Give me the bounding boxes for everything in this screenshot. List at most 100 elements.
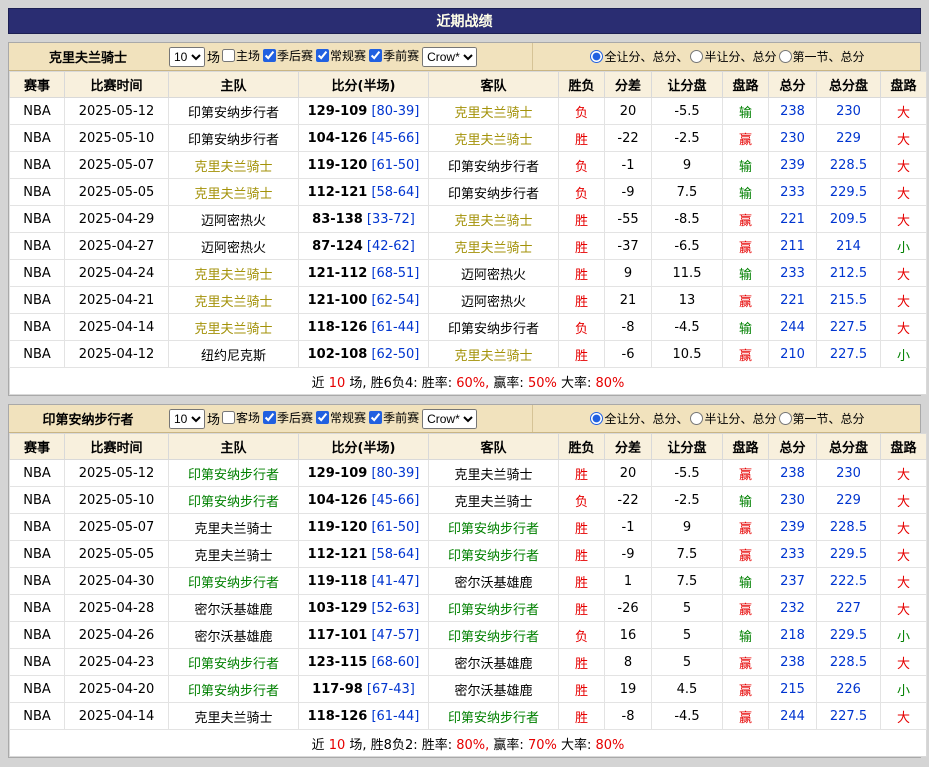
half-score-text: [80-39] [371, 466, 419, 481]
away-team-cell: 克里夫兰骑士 [429, 206, 559, 233]
table-row: NBA 2025-04-30 印第安纳步行者 119-118 [41-47] 密… [10, 568, 927, 595]
filter-checkbox-3[interactable]: 季前赛 [367, 409, 419, 426]
checkbox-input[interactable] [316, 411, 329, 424]
filter-checkbox-0[interactable]: 主场 [220, 47, 260, 64]
radio-input[interactable] [690, 412, 703, 425]
home-team-cell: 克里夫兰骑士 [169, 260, 299, 287]
score-cell: 104-126 [45-66] [299, 487, 429, 514]
away-team-cell: 克里夫兰骑士 [429, 487, 559, 514]
table-row: NBA 2025-04-26 密尔沃基雄鹿 117-101 [47-57] 印第… [10, 622, 927, 649]
radio-input[interactable] [779, 412, 792, 425]
checkbox-label: 常规赛 [330, 409, 366, 426]
total-line-cell: 229 [817, 125, 881, 152]
column-header: 总分 [769, 72, 817, 98]
score-text: 104-126 [308, 493, 368, 508]
radio-input[interactable] [590, 50, 603, 63]
score-cell: 129-109 [80-39] [299, 460, 429, 487]
radio-input[interactable] [779, 50, 792, 63]
checkbox-input[interactable] [222, 411, 235, 424]
league-cell: NBA [10, 487, 65, 514]
summary-part: 场, 胜6负4: 胜率: [345, 376, 456, 391]
checkbox-label: 常规赛 [330, 47, 366, 64]
away-team-cell: 密尔沃基雄鹿 [429, 568, 559, 595]
handicap-cell: 7.5 [652, 568, 723, 595]
score-cell: 121-100 [62-54] [299, 287, 429, 314]
date-cell: 2025-04-21 [65, 287, 169, 314]
half-score-text: [42-62] [367, 239, 415, 254]
date-cell: 2025-04-14 [65, 314, 169, 341]
ou-cell: 小 [881, 341, 927, 368]
total-cell: 211 [769, 233, 817, 260]
radio-label-text: 第一节、总分 [793, 410, 865, 427]
column-header: 盘路 [723, 434, 769, 460]
radio-input[interactable] [590, 412, 603, 425]
date-cell: 2025-05-07 [65, 514, 169, 541]
filter-checkbox-2[interactable]: 常规赛 [314, 47, 366, 64]
filter-radio-0[interactable]: 全让分、总分、 [588, 48, 688, 65]
checkbox-input[interactable] [316, 49, 329, 62]
column-header: 赛事 [10, 72, 65, 98]
handicap-result-cell: 输 [723, 260, 769, 287]
ou-cell: 大 [881, 541, 927, 568]
filter-checkbox-0[interactable]: 客场 [220, 409, 260, 426]
filter-radio-1[interactable]: 半让分、总分 [688, 48, 776, 65]
league-cell: NBA [10, 514, 65, 541]
filter-radio-2[interactable]: 第一节、总分 [777, 410, 865, 427]
score-cell: 112-121 [58-64] [299, 541, 429, 568]
filter-checkbox-1[interactable]: 季后赛 [261, 409, 313, 426]
radio-input[interactable] [690, 50, 703, 63]
half-score-text: [61-50] [371, 520, 419, 535]
half-score-text: [41-47] [371, 574, 419, 589]
page-title: 近期战绩 [8, 8, 921, 34]
odds-company-select[interactable]: Crow* [422, 409, 477, 429]
result-cell: 胜 [559, 649, 605, 676]
ou-cell: 大 [881, 260, 927, 287]
filter-radio-1[interactable]: 半让分、总分 [688, 410, 776, 427]
league-cell: NBA [10, 703, 65, 730]
handicap-result-cell: 输 [723, 622, 769, 649]
handicap-cell: 5 [652, 622, 723, 649]
checkbox-input[interactable] [369, 49, 382, 62]
checkbox-label: 季后赛 [277, 47, 313, 64]
league-cell: NBA [10, 260, 65, 287]
filter-radio-2[interactable]: 第一节、总分 [777, 48, 865, 65]
filter-checkbox-2[interactable]: 常规赛 [314, 409, 366, 426]
league-cell: NBA [10, 341, 65, 368]
summary-row: 近 10 场, 胜8负2: 胜率: 80%, 赢率: 70% 大率: 80% [10, 730, 927, 757]
league-cell: NBA [10, 125, 65, 152]
total-line-cell: 227.5 [817, 703, 881, 730]
checkbox-input[interactable] [222, 49, 235, 62]
score-text: 121-112 [308, 266, 368, 281]
games-count-select[interactable]: 10 [169, 409, 205, 429]
result-cell: 负 [559, 152, 605, 179]
half-score-text: [61-50] [371, 158, 419, 173]
summary-part: 80%, [456, 738, 489, 753]
home-team-cell: 克里夫兰骑士 [169, 287, 299, 314]
filter-radio-0[interactable]: 全让分、总分、 [588, 410, 688, 427]
half-score-text: [52-63] [371, 601, 419, 616]
table-row: NBA 2025-05-05 克里夫兰骑士 112-121 [58-64] 印第… [10, 541, 927, 568]
filter-checkbox-3[interactable]: 季前赛 [367, 47, 419, 64]
filter-checkbox-1[interactable]: 季后赛 [261, 47, 313, 64]
checkbox-input[interactable] [263, 411, 276, 424]
half-score-text: [67-43] [367, 682, 415, 697]
handicap-result-cell: 赢 [723, 595, 769, 622]
score-cell: 123-115 [68-60] [299, 649, 429, 676]
odds-company-select[interactable]: Crow* [422, 47, 477, 67]
handicap-cell: -4.5 [652, 703, 723, 730]
games-count-select[interactable]: 10 [169, 47, 205, 67]
column-header: 分差 [605, 72, 652, 98]
result-cell: 负 [559, 314, 605, 341]
total-cell: 238 [769, 649, 817, 676]
filter-bar: 印第安纳步行者 10 场 客场季后赛常规赛季前赛 Crow* 全让分、总分、半让… [9, 405, 920, 433]
away-team-cell: 克里夫兰骑士 [429, 233, 559, 260]
league-cell: NBA [10, 287, 65, 314]
total-line-cell: 214 [817, 233, 881, 260]
date-cell: 2025-05-12 [65, 460, 169, 487]
handicap-cell: 4.5 [652, 676, 723, 703]
checkbox-input[interactable] [263, 49, 276, 62]
away-team-cell: 印第安纳步行者 [429, 314, 559, 341]
summary-part: 近 [312, 738, 329, 753]
checkbox-input[interactable] [369, 411, 382, 424]
ou-cell: 大 [881, 649, 927, 676]
